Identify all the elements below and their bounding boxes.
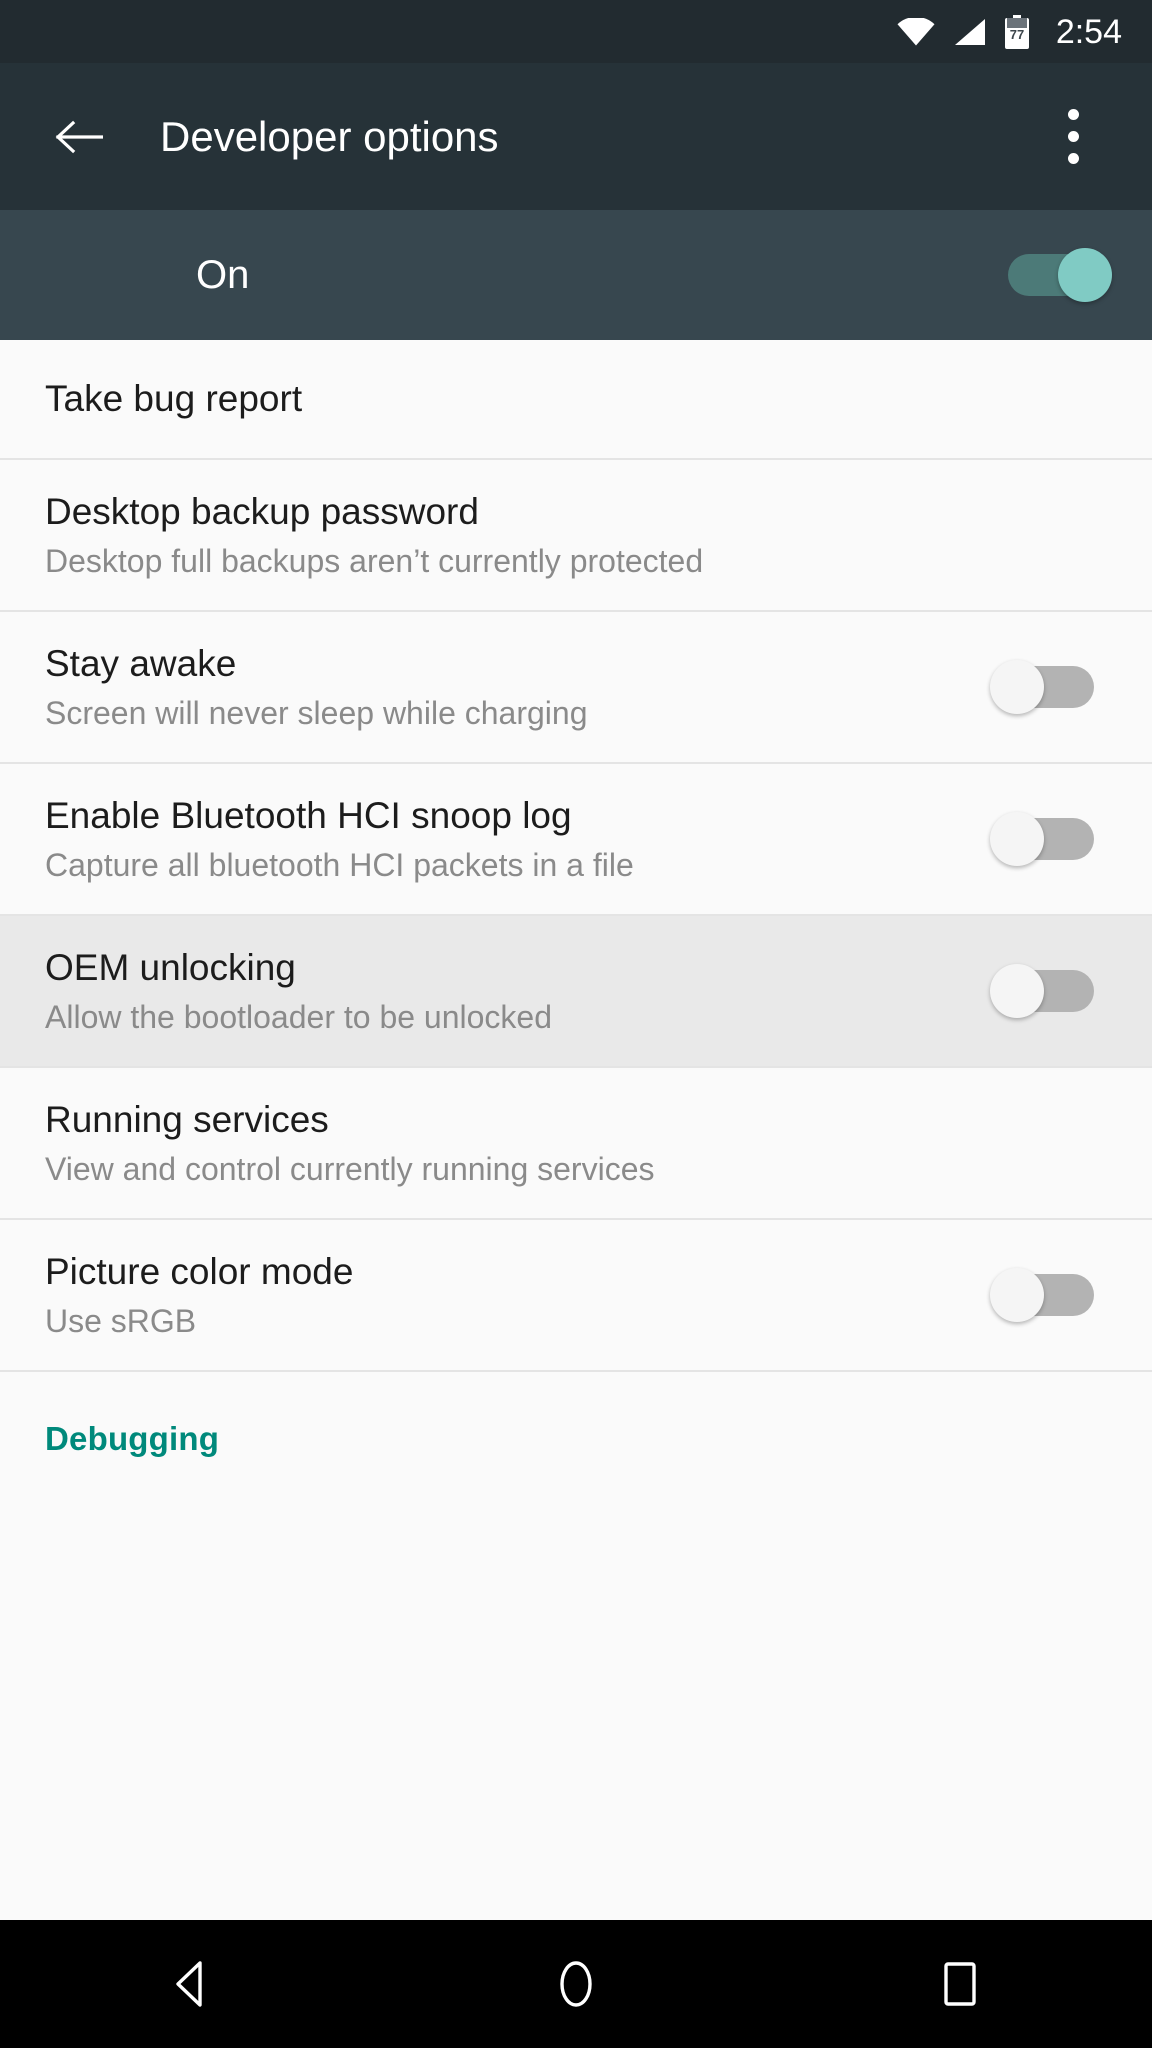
setting-text-block: Take bug report — [45, 354, 1112, 443]
setting-switch[interactable] — [990, 660, 1094, 714]
back-button[interactable] — [40, 98, 118, 176]
switch-thumb — [990, 1268, 1044, 1322]
section-header-debugging: Debugging — [0, 1372, 1152, 1480]
setting-subtitle: Capture all bluetooth HCI packets in a f… — [45, 846, 634, 883]
setting-title: Enable Bluetooth HCI snoop log — [45, 795, 572, 837]
nav-home-button[interactable] — [501, 1920, 651, 2048]
setting-oem-unlocking[interactable]: OEM unlocking Allow the bootloader to be … — [0, 916, 1152, 1068]
overflow-menu-button[interactable] — [1036, 92, 1110, 182]
setting-switch[interactable] — [990, 1268, 1094, 1322]
nav-home-icon — [560, 1961, 592, 2007]
setting-subtitle: Allow the bootloader to be unlocked — [45, 998, 553, 1035]
master-toggle-label: On — [196, 252, 250, 297]
status-bar-icons: 77 2:54 — [897, 12, 1122, 51]
page-title: Developer options — [160, 112, 499, 160]
android-screen: 77 2:54 Developer options On Take bug re… — [0, 0, 1152, 2048]
setting-text-block: OEM unlocking Allow the bootloader to be … — [45, 923, 990, 1058]
setting-desktop-backup-password[interactable]: Desktop backup password Desktop full back… — [0, 460, 1152, 612]
setting-text-block: Running services View and control current… — [45, 1075, 1112, 1210]
setting-stay-awake[interactable]: Stay awake Screen will never sleep while … — [0, 612, 1152, 764]
switch-thumb — [990, 964, 1044, 1018]
developer-options-master-row[interactable]: On — [0, 210, 1152, 340]
setting-title: OEM unlocking — [45, 947, 296, 989]
setting-switch[interactable] — [990, 964, 1094, 1018]
battery-icon: 77 — [1004, 14, 1029, 49]
setting-title: Running services — [45, 1099, 329, 1141]
setting-title: Picture color mode — [45, 1251, 354, 1293]
setting-take-bug-report[interactable]: Take bug report — [0, 340, 1152, 460]
navigation-bar — [0, 1920, 1152, 2048]
switch-thumb — [990, 812, 1044, 866]
overflow-menu-icon — [1067, 153, 1079, 164]
master-toggle-switch[interactable] — [1008, 248, 1112, 302]
battery-level-text: 77 — [1010, 27, 1024, 42]
nav-back-icon — [176, 1961, 202, 2007]
setting-running-services[interactable]: Running services View and control current… — [0, 1068, 1152, 1220]
cellular-signal-icon — [954, 18, 985, 45]
setting-title: Take bug report — [45, 378, 303, 420]
setting-subtitle: View and control currently running servi… — [45, 1150, 655, 1187]
section-header-label: Debugging — [45, 1420, 220, 1457]
setting-subtitle: Desktop full backups aren’t currently pr… — [45, 542, 704, 579]
setting-subtitle: Use sRGB — [45, 1302, 197, 1339]
app-bar: Developer options — [0, 63, 1152, 210]
switch-thumb — [990, 660, 1044, 714]
setting-title: Stay awake — [45, 643, 237, 685]
back-arrow-icon — [55, 120, 103, 153]
setting-picture-color-mode[interactable]: Picture color mode Use sRGB — [0, 1220, 1152, 1372]
nav-back-button[interactable] — [117, 1920, 267, 2048]
setting-switch[interactable] — [990, 812, 1094, 866]
setting-title: Desktop backup password — [45, 491, 479, 533]
setting-subtitle: Screen will never sleep while charging — [45, 694, 588, 731]
setting-text-block: Desktop backup password Desktop full back… — [45, 467, 1112, 602]
settings-list: Take bug report Desktop backup password De… — [0, 340, 1152, 1920]
setting-text-block: Picture color mode Use sRGB — [45, 1227, 990, 1362]
setting-text-block: Stay awake Screen will never sleep while … — [45, 619, 990, 754]
setting-bluetooth-hci-snoop-log[interactable]: Enable Bluetooth HCI snoop log Capture al… — [0, 764, 1152, 916]
overflow-menu-icon — [1067, 109, 1079, 120]
overflow-menu-icon — [1067, 131, 1079, 142]
setting-text-block: Enable Bluetooth HCI snoop log Capture al… — [45, 771, 990, 906]
nav-recents-icon — [944, 1962, 976, 2006]
switch-thumb — [1058, 248, 1112, 302]
status-bar: 77 2:54 — [0, 0, 1152, 63]
wifi-icon — [897, 17, 935, 45]
nav-recents-button[interactable] — [885, 1920, 1035, 2048]
status-bar-clock: 2:54 — [1055, 12, 1122, 51]
